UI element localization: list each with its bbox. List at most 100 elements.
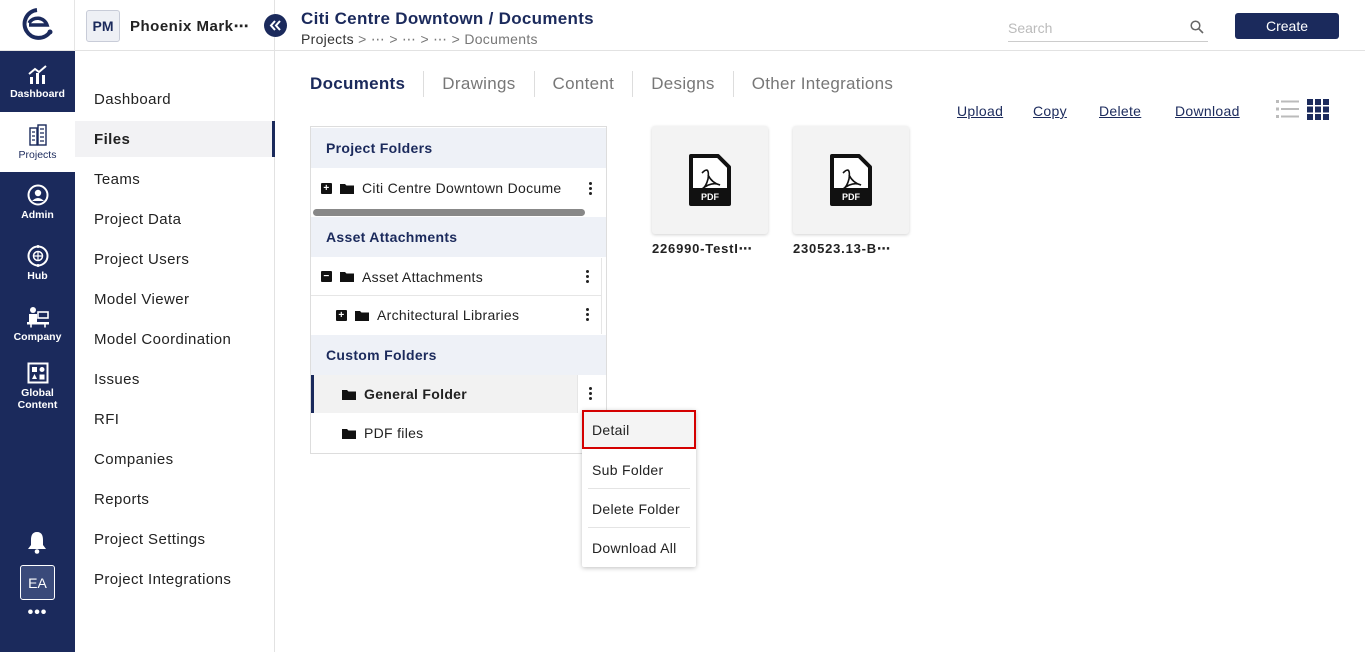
rail-company[interactable]: Company [0, 294, 75, 354]
folder-row-pdf-files[interactable]: PDF files [311, 414, 606, 452]
folder-row-asset-attachments[interactable]: − Asset Attachments [311, 258, 602, 296]
tab-designs[interactable]: Designs [632, 71, 733, 97]
nav-project-data[interactable]: Project Data [75, 201, 275, 237]
folder-options-icon[interactable] [586, 308, 590, 323]
expand-icon[interactable]: + [336, 309, 347, 321]
rail-hub[interactable]: Hub [0, 233, 75, 293]
nav-model-coordination[interactable]: Model Coordination [75, 321, 275, 357]
rail-dashboard[interactable]: Dashboard [0, 52, 75, 112]
global-content-icon [27, 362, 48, 383]
breadcrumb-projects[interactable]: Projects [301, 31, 354, 47]
project-initials[interactable]: PM [86, 10, 120, 42]
rail-global-content[interactable]: Global Content [0, 354, 75, 418]
delete-link[interactable]: Delete [1099, 103, 1141, 119]
nav-project-users[interactable]: Project Users [75, 241, 275, 277]
nav-companies[interactable]: Companies [75, 441, 275, 477]
more-options-button[interactable]: ••• [0, 604, 75, 622]
expand-icon[interactable]: + [321, 182, 332, 194]
nav-issues[interactable]: Issues [75, 361, 275, 397]
admin-icon [27, 184, 48, 205]
folder-row-citi-centre[interactable]: + Citi Centre Downtown Docume [311, 169, 606, 207]
upload-link[interactable]: Upload [957, 103, 1003, 119]
search-box [1008, 16, 1208, 42]
nav-teams[interactable]: Teams [75, 161, 275, 197]
grid-view-button[interactable] [1307, 99, 1330, 125]
rail-dashboard-label: Dashboard [10, 87, 65, 100]
file-tile[interactable]: PDF [793, 126, 909, 234]
double-chevron-left-icon [269, 20, 281, 31]
folder-name: PDF files [364, 425, 424, 441]
list-view-button[interactable] [1276, 99, 1299, 124]
logo-icon [22, 8, 53, 40]
nav-rfi[interactable]: RFI [75, 401, 275, 437]
tab-other-integrations[interactable]: Other Integrations [732, 71, 911, 97]
rail-projects-label: Projects [18, 148, 57, 161]
folder-row-architectural-libraries[interactable]: + Architectural Libraries [311, 296, 602, 334]
nav-project-integrations[interactable]: Project Integrations [75, 561, 275, 597]
pdf-file-icon: PDF [689, 154, 731, 206]
file-tile[interactable]: PDF [652, 126, 768, 234]
nav-project-settings[interactable]: Project Settings [75, 521, 275, 557]
file-name[interactable]: 230523.13-B⋯ [793, 241, 891, 257]
collapse-sidebar-button[interactable] [264, 14, 287, 37]
tab-drawings[interactable]: Drawings [423, 71, 533, 97]
collapse-icon[interactable]: − [321, 271, 332, 282]
top-header: Citi Centre Downtown / Documents Project… [275, 0, 1365, 51]
user-avatar[interactable]: EA [20, 565, 55, 600]
nav-files[interactable]: Files [75, 121, 275, 157]
folder-name: General Folder [364, 386, 468, 402]
breadcrumb: Projects > ⋯ > ⋯ > ⋯ > Documents [301, 31, 538, 48]
folder-icon [342, 428, 356, 439]
rail-admin-label: Admin [21, 208, 54, 221]
copy-link[interactable]: Copy [1033, 103, 1067, 119]
tab-documents[interactable]: Documents [310, 71, 423, 97]
company-icon [26, 306, 49, 327]
pdf-file-icon: PDF [830, 154, 872, 206]
notifications-button[interactable] [26, 530, 48, 559]
file-name[interactable]: 226990-TestI⋯ [652, 241, 753, 257]
horizontal-scrollbar[interactable] [313, 209, 585, 216]
folder-options-icon[interactable] [589, 182, 593, 202]
rail-admin[interactable]: Admin [0, 172, 75, 232]
chart-up-icon [27, 64, 47, 84]
nav-dashboard[interactable]: Dashboard [75, 81, 275, 117]
menu-item-detail[interactable]: Detail [582, 410, 696, 449]
breadcrumb-trail[interactable]: > ⋯ > ⋯ > ⋯ > [354, 31, 464, 47]
pdf-badge: PDF [701, 192, 720, 202]
folder-context-menu: Detail Sub Folder Delete Folder Download… [582, 410, 696, 567]
pdf-badge: PDF [842, 192, 861, 202]
download-link[interactable]: Download [1175, 103, 1240, 119]
custom-folders-heading: Custom Folders [311, 335, 606, 375]
tab-content[interactable]: Content [533, 71, 633, 97]
nav-reports[interactable]: Reports [75, 481, 275, 517]
folder-row-general-folder[interactable]: General Folder [311, 375, 603, 413]
folder-icon [355, 310, 369, 321]
menu-item-sub-folder[interactable]: Sub Folder [582, 450, 696, 489]
rail-hub-label: Hub [27, 269, 48, 282]
hub-icon [27, 244, 48, 267]
create-button[interactable]: Create [1235, 13, 1339, 39]
rail-projects[interactable]: Projects [0, 112, 75, 172]
project-sidebar: PM Phoenix Mark⋯ Dashboard Files Teams P… [75, 0, 275, 652]
folder-options-icon[interactable] [586, 270, 590, 285]
list-view-icon [1276, 100, 1299, 118]
tab-bar: Documents Drawings Content Designs Other… [310, 70, 911, 98]
icon-rail: Dashboard Projects Admin Hub Company Glo… [0, 0, 75, 652]
app-logo[interactable] [0, 0, 75, 51]
folder-options-icon[interactable] [577, 375, 603, 413]
folder-icon [340, 183, 354, 194]
folder-name: Citi Centre Downtown Docume [362, 180, 562, 196]
search-input[interactable] [1008, 16, 1178, 40]
folder-name: Asset Attachments [362, 268, 484, 285]
asset-attachments-heading: Asset Attachments [311, 217, 606, 257]
nav-model-viewer[interactable]: Model Viewer [75, 281, 275, 317]
page-title: Citi Centre Downtown / Documents [301, 9, 594, 28]
grid-view-icon [1307, 99, 1329, 120]
breadcrumb-current: Documents [464, 31, 538, 47]
menu-item-download-all[interactable]: Download All [582, 528, 696, 567]
project-name[interactable]: Phoenix Mark⋯ [130, 17, 249, 35]
rail-global-content-label: Global Content [17, 386, 58, 411]
project-header: PM Phoenix Mark⋯ [75, 0, 275, 51]
menu-item-delete-folder[interactable]: Delete Folder [582, 489, 696, 528]
search-icon[interactable] [1190, 20, 1204, 34]
